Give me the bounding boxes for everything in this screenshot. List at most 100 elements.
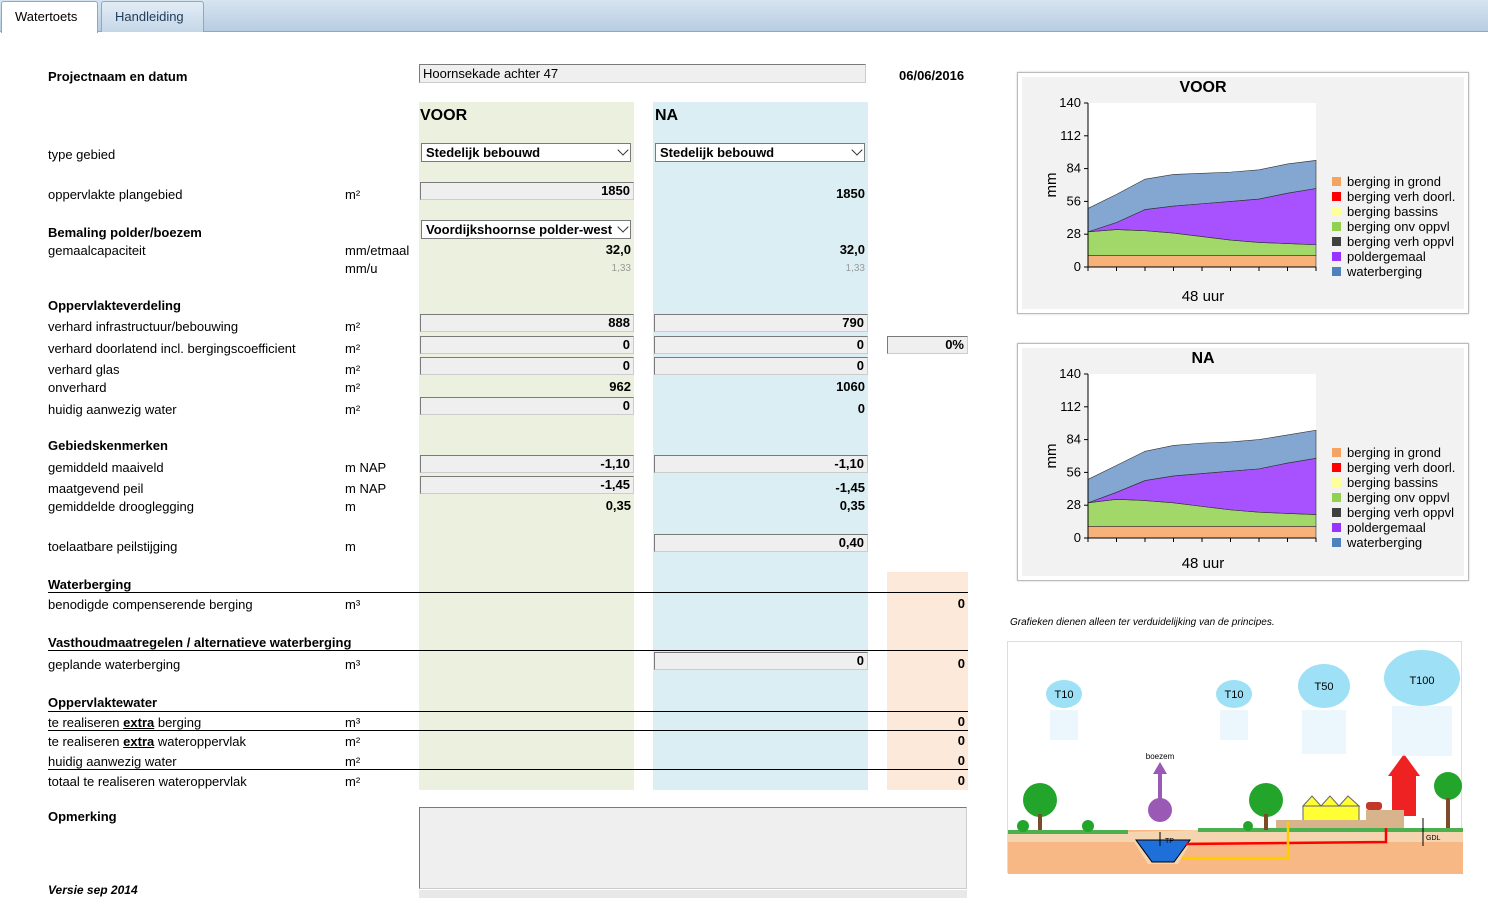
tab-watertoets[interactable]: Watertoets [1,1,98,33]
chart-voor: 0 28 56 84 112 140 VOOR 48 uur mm berging in gron… [1017,72,1469,314]
legend-swatch [1332,508,1341,517]
legend-swatch [1332,448,1341,457]
verhard-infra-unit: m² [345,319,361,334]
legend-swatch [1332,538,1341,547]
chart-xlabel: 48 uur [1182,288,1225,305]
divider [48,650,968,651]
verhard-doorl-na-input[interactable]: 0 [654,336,868,354]
y-tick-label: 28 [1067,497,1081,512]
y-tick-label: 56 [1067,193,1081,208]
chevron-down-icon [617,144,629,156]
type-gebied-label: type gebied [48,147,116,162]
legend-swatch [1332,222,1341,231]
maaiveld-na-input[interactable]: -1,10 [654,455,868,473]
maaiveld-voor-input[interactable]: -1,10 [420,455,634,473]
peilstijging-label: toelaatbare peilstijging [48,539,178,554]
chart-ylabel: mm [1043,444,1060,469]
chevron-down-icon [851,144,863,156]
car-icon [1366,802,1382,810]
extra-berging-unit: m³ [345,715,361,730]
type-gebied-na-value: Stedelijk bebouwd [660,145,775,160]
type-gebied-voor-value: Stedelijk bebouwd [426,145,541,160]
gemaal-label: gemaalcapaciteit [48,243,146,258]
tree-trunk [1264,814,1268,830]
extra-wateroppervlak-unit: m² [345,734,361,749]
opmerking-textarea[interactable] [419,807,967,889]
type-gebied-na-select[interactable]: Stedelijk bebouwd [655,143,865,162]
oppervlakte-unit: m² [345,187,361,202]
y-tick-label: 112 [1060,128,1081,143]
verhard-doorl-pct-input[interactable]: 0% [887,336,968,354]
peil-na-value: -1,45 [835,480,865,495]
bemaling-voor-select[interactable]: Voordijkshoornse polder-west [421,220,631,239]
vasthoud-na-input[interactable]: 0 [654,652,868,670]
extra-wateroppervlak-label-post: wateroppervlak [154,734,247,749]
tab-handleiding[interactable]: Handleiding [101,1,204,32]
opmerking-scrollbar[interactable] [419,890,967,898]
divider [48,711,968,712]
totaal-wateroppervlak-value: 0 [957,773,965,788]
grafiek-note: Grafieken dienen alleen ter verduidelijk… [1010,617,1275,628]
legend-label: berging verh oppvl [1347,505,1454,520]
verhard-glas-unit: m² [345,362,361,377]
verhard-infra-voor-input[interactable]: 888 [420,314,634,332]
peil-label: maatgevend peil [48,481,144,496]
legend-swatch [1332,177,1341,186]
type-gebied-voor-select[interactable]: Stedelijk bebouwd [421,143,631,162]
extra-berging-label: te realiseren extra berging [48,715,201,730]
legend-label: poldergemaal [1347,520,1426,535]
y-tick-label: 0 [1074,530,1081,545]
oppervlakte-label: oppervlakte plangebied [48,187,183,202]
oppervlaktewater-heading: Oppervlaktewater [48,695,158,710]
drooglegging-label: gemiddelde drooglegging [48,499,195,514]
chart-voor-svg: 0 28 56 84 112 140 VOOR 48 uur mm berging in gron… [1022,77,1464,309]
huidig-water2-label: huidig aanwezig water [48,754,177,769]
onverhard-voor-value: 962 [609,379,631,394]
verhard-glas-voor-input[interactable]: 0 [420,357,634,375]
peilstijging-na-input[interactable]: 0,40 [654,534,868,552]
gemaal-voor-value: 32,0 [605,242,631,257]
huidig-water-voor-input[interactable]: 0 [420,397,634,415]
chart-area-berging-in-grond [1087,254,1317,268]
y-tick-label: 112 [1060,399,1081,414]
huidig-water2-unit: m² [345,754,361,769]
extra-berging-label-bold: extra [123,715,155,730]
verhard-glas-na-input[interactable]: 0 [654,357,868,375]
gemaal-unit2: mm/u [345,261,378,276]
legend-swatch [1332,237,1341,246]
waterberging-value: 0 [957,596,965,611]
drooglegging-unit: m [345,499,356,514]
oppervlakteverdeling-heading: Oppervlakteverdeling [48,298,181,313]
y-tick-label: 140 [1059,95,1081,110]
oppervlakte-voor-input[interactable]: 1850 [420,182,634,200]
extra-berging-value: 0 [957,714,965,729]
drooglegging-na-value: 0,35 [839,498,865,513]
y-tick-label: 140 [1059,366,1081,381]
onverhard-label: onverhard [48,380,107,395]
cloud-t50-label: T50 [1315,681,1334,693]
bush-icon [1017,820,1029,832]
peil-voor-input[interactable]: -1,45 [420,476,634,494]
na-header: NA [655,107,679,124]
totaal-wateroppervlak-unit: m² [345,774,361,789]
verhard-doorl-voor-input[interactable]: 0 [420,336,634,354]
legend-label: berging verh doorl. [1347,189,1455,204]
verhard-infra-na-input[interactable]: 790 [654,314,868,332]
legend-label: berging bassins [1347,475,1439,490]
cloud-icon: T100 [1384,650,1460,756]
divider [48,730,968,731]
divider [48,769,968,770]
oppervlakte-na-value: 1850 [836,186,865,201]
gdl-label: GDL [1426,835,1441,842]
voor-column-band [419,102,634,790]
tree-trunk [1446,798,1450,828]
bemaling-voor-value: Voordijkshoornse polder-west [426,222,613,237]
legend-swatch [1332,478,1341,487]
boezem-label: boezem [1146,752,1175,761]
project-name-input[interactable]: Hoornsekade achter 47 [419,64,866,83]
peil-unit: m NAP [345,481,387,496]
vasthoud-heading: Vasthoudmaatregelen / alternatieve water… [48,635,352,650]
vasthoud-unit: m³ [345,657,361,672]
bush-icon [1082,820,1094,832]
tab-bar: Watertoets Handleiding [0,0,1488,33]
